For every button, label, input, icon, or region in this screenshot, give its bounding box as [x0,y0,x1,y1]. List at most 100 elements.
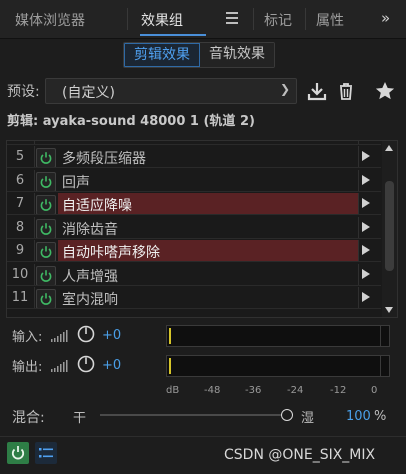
row-divider [34,193,35,215]
effect-power-icon[interactable] [36,148,56,168]
output-meter [166,355,390,377]
effect-slot-number: 6 [15,172,25,188]
scroll-down-icon[interactable] [385,307,393,313]
row-divider [7,190,381,192]
row-divider [7,214,381,215]
effect-row[interactable]: 6 回声 [7,169,381,192]
save-preset-icon[interactable] [306,80,328,102]
output-gain-knob[interactable] [77,355,95,373]
master-power-icon[interactable] [7,442,29,464]
tab-properties[interactable]: 属性 [316,10,344,30]
favorite-star-icon[interactable] [374,80,396,102]
row-divider [34,287,35,309]
input-meter [166,325,390,347]
scale-tick: -12 [330,385,347,396]
effect-slot-number: 8 [15,219,25,235]
meter-scale: dB -48 -36 -24 -12 0 [166,385,388,399]
track-effects-button[interactable]: 音轨效果 [200,43,274,67]
output-label: 输出: [12,360,43,375]
scroll-thumb[interactable] [385,181,394,271]
effect-row[interactable]: 10 人声增强 [7,263,381,286]
effect-row[interactable]: 5 多频段压缩器 [7,146,381,168]
input-gain-value[interactable]: +0 [102,328,121,343]
effect-row[interactable]: 7 自适应降噪 [7,193,381,215]
meter-divider [380,356,381,376]
effect-slot-number: 7 [15,196,25,211]
row-divider [7,167,381,168]
effect-power-icon[interactable] [36,171,56,192]
row-divider [358,240,359,262]
row-divider [358,216,359,239]
meter-divider [380,326,381,346]
effect-power-icon[interactable] [36,242,56,262]
input-label: 输入: [12,330,43,345]
clip-info: 剪辑: ayaka-sound 48000 1 (轨道 2) [7,114,255,129]
effect-slot-number: 10 [11,266,29,282]
row-divider [358,169,359,192]
rack-scrollbar[interactable] [382,141,397,317]
scroll-up-icon[interactable] [385,145,393,151]
row-divider [7,261,381,262]
tab-menu-icon[interactable] [226,12,238,27]
effect-power-icon[interactable] [36,195,56,215]
clip-effects-button[interactable]: 剪辑效果 [124,43,200,67]
effect-name: 自适应降噪 [62,198,132,214]
tab-media-browser[interactable]: 媒体浏览器 [15,10,85,30]
row-divider [358,193,359,215]
watermark: CSDN @ONE_SIX_MIX [224,447,376,463]
effects-rack: 5 多频段压缩器 6 回声 7 自适应降噪 8 消除齿音 9 自动咔嗒声移除 10 人声增强 11 室内混… [6,140,398,318]
effect-name: 人声增强 [62,268,118,285]
row-divider [7,284,381,286]
mix-wet-label: 湿 [301,411,315,426]
row-divider [34,263,35,286]
row-divider [7,308,381,309]
effect-power-icon[interactable] [36,218,56,239]
tab-divider [253,8,254,30]
scale-tick: -36 [245,385,262,396]
effect-power-icon[interactable] [36,265,56,286]
effect-expand-icon[interactable] [362,221,370,232]
scale-tick: -48 [204,385,221,396]
scale-tick: -24 [287,385,304,396]
effect-row-partial [7,141,381,145]
effect-row[interactable]: 9 自动咔嗒声移除 [7,240,381,262]
row-divider [34,146,35,168]
input-gain-knob[interactable] [77,325,95,343]
output-meter-level [169,358,171,374]
scale-tick: dB [166,385,180,396]
row-divider [7,237,381,239]
effect-expand-icon[interactable] [362,292,370,302]
row-divider [358,287,359,309]
mix-slider-track[interactable] [100,414,284,416]
row-divider [34,240,35,262]
effect-name-cell[interactable] [58,170,358,192]
tab-effects-group[interactable]: 效果组 [141,10,183,30]
effects-list-icon[interactable] [35,442,57,464]
output-gain-value[interactable]: +0 [102,358,121,373]
row-divider [358,263,359,286]
effect-row[interactable]: 8 消除齿音 [7,216,381,239]
effect-expand-icon[interactable] [362,174,370,185]
effect-power-icon[interactable] [36,289,56,309]
effect-row[interactable]: 11 室内混响 [7,287,381,309]
effect-expand-icon[interactable] [362,245,370,255]
mix-dry-label: 干 [73,411,87,426]
tab-markers[interactable]: 标记 [264,10,292,30]
preset-dropdown[interactable]: (自定义) ❯ [45,78,297,104]
tab-divider [127,8,128,30]
effect-name: 自动咔嗒声移除 [62,245,160,261]
mix-label: 混合: [12,410,45,426]
row-divider [7,143,381,145]
mix-value[interactable]: 100 [346,409,371,424]
overflow-chevron-icon[interactable]: » [381,9,390,27]
effect-name: 回声 [62,174,90,191]
effect-expand-icon[interactable] [362,268,370,279]
row-divider [358,146,359,168]
effect-expand-icon[interactable] [362,151,370,161]
effect-slot-number: 5 [15,149,25,164]
mix-slider-thumb[interactable] [281,409,293,421]
delete-preset-icon[interactable] [335,80,357,102]
row-divider [34,169,35,192]
row-divider [34,216,35,239]
effect-expand-icon[interactable] [362,198,370,208]
